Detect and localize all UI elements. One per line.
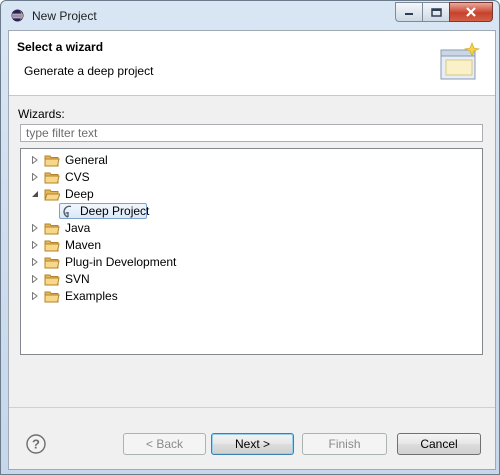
tree-item-general[interactable]: General (30, 152, 108, 168)
folder-icon (44, 240, 60, 251)
tree-item-label: Plug-in Development (65, 255, 177, 269)
tree-item-deep-project[interactable]: Deep Project (62, 203, 149, 219)
tree-item-label: Examples (65, 289, 118, 303)
banner-title: Select a wizard (17, 40, 104, 54)
window-title: New Project (32, 9, 97, 23)
svg-text:?: ? (32, 437, 40, 452)
folder-icon (44, 274, 60, 285)
expand-icon[interactable] (30, 257, 40, 267)
tree-item-examples[interactable]: Examples (30, 288, 118, 304)
close-button[interactable] (449, 2, 493, 22)
folder-icon (44, 155, 60, 166)
tree-item-maven[interactable]: Maven (30, 237, 101, 253)
help-icon[interactable]: ? (26, 434, 46, 454)
minimize-icon (405, 13, 413, 15)
tree-item-label: Maven (65, 238, 102, 252)
eclipse-icon (11, 9, 24, 22)
expand-icon[interactable] (30, 223, 40, 233)
expand-icon[interactable] (30, 291, 40, 301)
back-button[interactable]: < Back (123, 433, 206, 455)
expand-icon[interactable] (30, 155, 40, 165)
tree-item-label: Java (65, 221, 91, 235)
open-folder-icon (44, 189, 60, 200)
dialog-body: Select a wizard Generate a deep project … (8, 30, 496, 470)
minimize-button[interactable] (395, 2, 423, 22)
tree-item-label: Deep (65, 187, 94, 201)
tree-item-label: CVS (65, 170, 90, 184)
tree-item-label: SVN (65, 272, 90, 286)
filter-input[interactable] (20, 124, 483, 142)
tree-item-plugin-development[interactable]: Plug-in Development (30, 254, 176, 270)
collapse-icon[interactable] (30, 189, 40, 199)
wizards-label: Wizards: (18, 107, 65, 121)
tree-item-java[interactable]: Java (30, 220, 90, 236)
folder-icon (44, 172, 60, 183)
deep-project-icon (63, 205, 72, 218)
title-bar[interactable]: New Project (1, 1, 499, 29)
tree-item-label: General (65, 153, 108, 167)
cancel-button[interactable]: Cancel (397, 433, 481, 455)
new-project-dialog: New Project Select a wizard Generate a d… (0, 0, 500, 475)
tree-item-svn[interactable]: SVN (30, 271, 90, 287)
expand-icon[interactable] (30, 274, 40, 284)
tree-item-deep[interactable]: Deep (30, 186, 94, 202)
new-wizard-icon (440, 42, 481, 80)
folder-icon (44, 257, 60, 268)
banner-message: Generate a deep project (24, 64, 154, 78)
wizard-banner: Select a wizard Generate a deep project (9, 31, 495, 96)
maximize-button[interactable] (422, 2, 450, 22)
folder-icon (44, 223, 60, 234)
next-button[interactable]: Next > (211, 433, 294, 455)
tree-item-cvs[interactable]: CVS (30, 169, 90, 185)
separator (9, 407, 495, 408)
tree-item-label: Deep Project (80, 204, 150, 218)
folder-icon (44, 291, 60, 302)
maximize-icon (430, 7, 442, 17)
wizard-tree[interactable]: General CVS Deep Deep Project Java Maven… (20, 148, 483, 355)
close-icon (466, 7, 476, 17)
finish-button[interactable]: Finish (302, 433, 387, 455)
expand-icon[interactable] (30, 240, 40, 250)
expand-icon[interactable] (30, 172, 40, 182)
